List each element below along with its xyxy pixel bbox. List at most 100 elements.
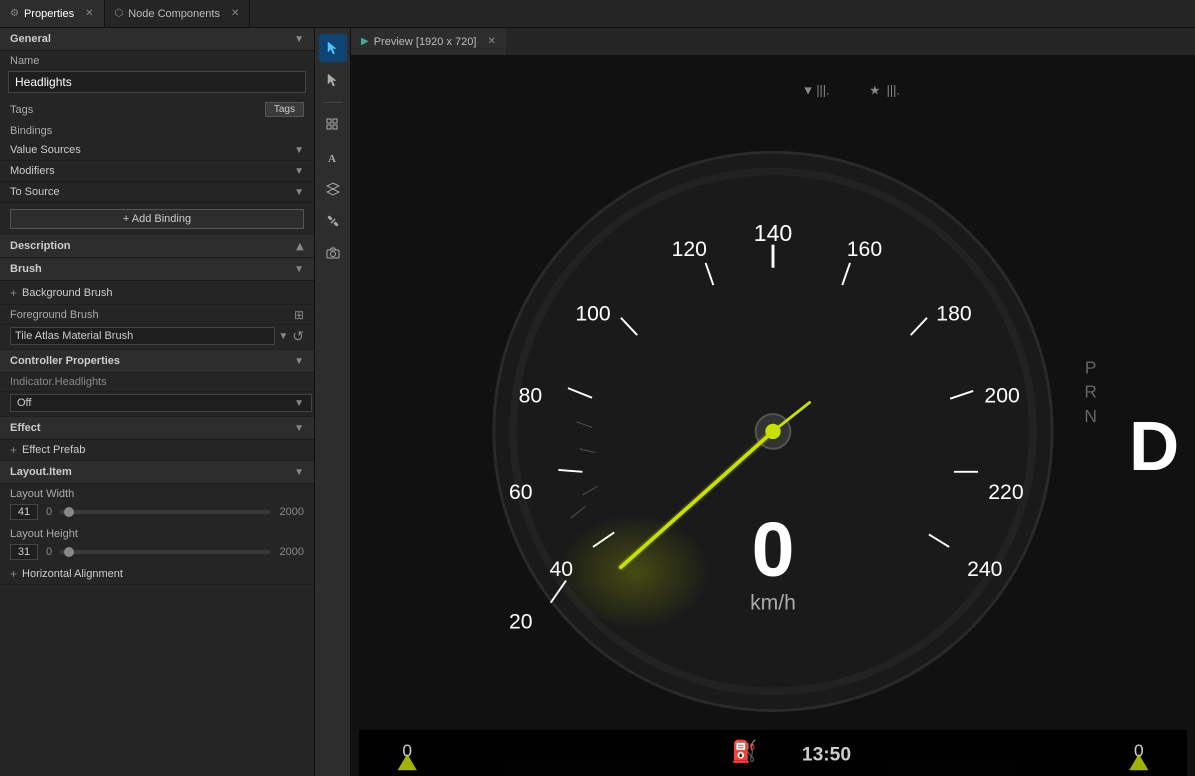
svg-text:100: 100	[575, 303, 610, 326]
svg-text:240: 240	[967, 558, 1002, 581]
controller-section-header[interactable]: Controller Properties ▼	[0, 350, 314, 373]
properties-tab-label: Properties	[24, 8, 74, 20]
brush-reset-icon[interactable]: ↺	[292, 328, 304, 345]
general-section-arrow: ▼	[294, 34, 304, 45]
controller-section-arrow: ▼	[294, 356, 304, 367]
general-section-title: General	[10, 33, 51, 45]
cursor-tool[interactable]	[319, 34, 347, 62]
effect-prefab-row: + Effect Prefab	[0, 440, 314, 461]
properties-tab-close[interactable]: ✕	[85, 8, 93, 19]
layout-section-header[interactable]: Layout.Item ▼	[0, 461, 314, 484]
tile-atlas-brush-select[interactable]: Tile Atlas Material Brush	[10, 327, 275, 345]
background-brush-row: + Background Brush	[0, 281, 314, 305]
layout-height-max: 2000	[274, 546, 304, 558]
preview-tab-bar: ▶ Preview [1920 x 720] ✕	[351, 28, 1195, 56]
svg-text:80: 80	[519, 385, 543, 408]
brush-section-header[interactable]: Brush ▼	[0, 258, 314, 281]
layout-width-thumb	[64, 507, 74, 517]
layout-width-input[interactable]	[10, 504, 38, 520]
svg-text:★: ★	[869, 84, 880, 98]
controller-dropdown-row: Off ▼	[0, 392, 314, 417]
add-binding-button[interactable]: + Add Binding	[10, 209, 304, 229]
halign-plus[interactable]: +	[10, 567, 17, 581]
preview-tab-close[interactable]: ✕	[487, 36, 495, 47]
svg-text:13:50: 13:50	[802, 745, 851, 766]
layout-height-label: Layout Height	[0, 524, 314, 542]
svg-text:⛽: ⛽	[731, 739, 757, 764]
preview-area: ▶ Preview [1920 x 720] ✕ ▼ |||. ★ |||.	[351, 28, 1195, 776]
node-components-tab-close[interactable]: ✕	[231, 8, 239, 19]
effect-section-arrow: ▼	[294, 423, 304, 434]
properties-panel: General ▼ Name Tags Tags Bindings Value …	[0, 28, 315, 776]
svg-text:60: 60	[509, 481, 533, 504]
brush-section-arrow: ▼	[294, 264, 304, 275]
foreground-brush-icon[interactable]: ⊞	[294, 308, 304, 322]
select-tool[interactable]	[319, 66, 347, 94]
svg-text:140: 140	[754, 220, 793, 246]
value-sources-row[interactable]: Value Sources ▼	[0, 140, 314, 161]
layers-tool[interactable]	[319, 175, 347, 203]
general-section-header[interactable]: General ▼	[0, 28, 314, 51]
svg-text:20: 20	[509, 611, 533, 634]
node-components-tab-icon: ⬡	[115, 8, 124, 19]
svg-text:220: 220	[988, 481, 1023, 504]
toolbar-sep-1	[323, 102, 343, 103]
halign-label: Horizontal Alignment	[22, 568, 123, 580]
svg-text:R: R	[1084, 382, 1097, 402]
layout-height-thumb	[64, 547, 74, 557]
tab-node-components[interactable]: ⬡ Node Components ✕	[105, 0, 251, 27]
controller-label-row: Indicator.Headlights	[0, 373, 314, 392]
layout-width-label: Layout Width	[0, 484, 314, 502]
controller-section-title: Controller Properties	[10, 355, 120, 367]
grid-tool[interactable]	[319, 111, 347, 139]
speedometer-svg: ▼ |||. ★ |||. 20 40 6	[351, 56, 1195, 776]
controller-value-select[interactable]: Off	[10, 394, 312, 412]
background-brush-label: Background Brush	[22, 287, 304, 299]
effect-prefab-plus[interactable]: +	[10, 443, 17, 457]
properties-tab-icon: ⚙	[10, 8, 19, 19]
controller-indicator-label: Indicator.Headlights	[10, 376, 107, 388]
to-source-label: To Source	[10, 186, 294, 198]
svg-text:|||.: |||.	[816, 84, 829, 98]
to-source-row[interactable]: To Source ▼	[0, 182, 314, 203]
svg-text:200: 200	[984, 385, 1019, 408]
modifiers-row[interactable]: Modifiers ▼	[0, 161, 314, 182]
foreground-brush-label-row: Foreground Brush ⊞	[0, 305, 314, 325]
description-section-arrow: ▶	[295, 242, 306, 250]
svg-text:N: N	[1084, 406, 1097, 426]
camera-tool[interactable]	[319, 239, 347, 267]
layout-section-title: Layout.Item	[10, 466, 72, 478]
modifiers-label: Modifiers	[10, 165, 294, 177]
background-brush-plus[interactable]: +	[10, 286, 17, 300]
layout-height-track[interactable]	[60, 550, 270, 554]
layout-section-arrow: ▼	[294, 467, 304, 478]
layout-width-slider-row: 0 2000	[0, 502, 314, 524]
layout-width-min: 0	[42, 506, 56, 518]
svg-text:P: P	[1085, 358, 1097, 378]
horizontal-alignment-row: + Horizontal Alignment	[0, 564, 314, 585]
text-tool[interactable]: A	[319, 143, 347, 171]
tile-atlas-brush-row: Tile Atlas Material Brush ▼ ↺	[0, 325, 314, 350]
tags-label: Tags	[10, 104, 265, 116]
svg-text:120: 120	[672, 238, 707, 261]
tags-button[interactable]: Tags	[265, 102, 304, 117]
name-input[interactable]	[8, 71, 306, 93]
layout-height-input[interactable]	[10, 544, 38, 560]
description-section-title: Description	[10, 240, 71, 252]
node-components-tab-label: Node Components	[128, 8, 220, 20]
toolbar-strip: A	[315, 28, 351, 776]
link-tool[interactable]	[319, 207, 347, 235]
brush-section-title: Brush	[10, 263, 42, 275]
to-source-arrow: ▼	[294, 187, 304, 198]
preview-tab[interactable]: ▶ Preview [1920 x 720] ✕	[351, 28, 506, 55]
preview-tab-label: Preview [1920 x 720]	[374, 36, 477, 48]
tab-properties[interactable]: ⚙ Properties ✕	[0, 0, 105, 27]
effect-section-header[interactable]: Effect ▼	[0, 417, 314, 440]
value-sources-label: Value Sources	[10, 144, 294, 156]
layout-width-track[interactable]	[60, 510, 270, 514]
brush-dropdown-arrow[interactable]: ▼	[278, 331, 288, 342]
description-section-header[interactable]: Description ▶	[0, 235, 314, 258]
svg-text:A: A	[328, 153, 336, 164]
layout-width-max: 2000	[274, 506, 304, 518]
svg-text:▼: ▼	[802, 84, 814, 98]
